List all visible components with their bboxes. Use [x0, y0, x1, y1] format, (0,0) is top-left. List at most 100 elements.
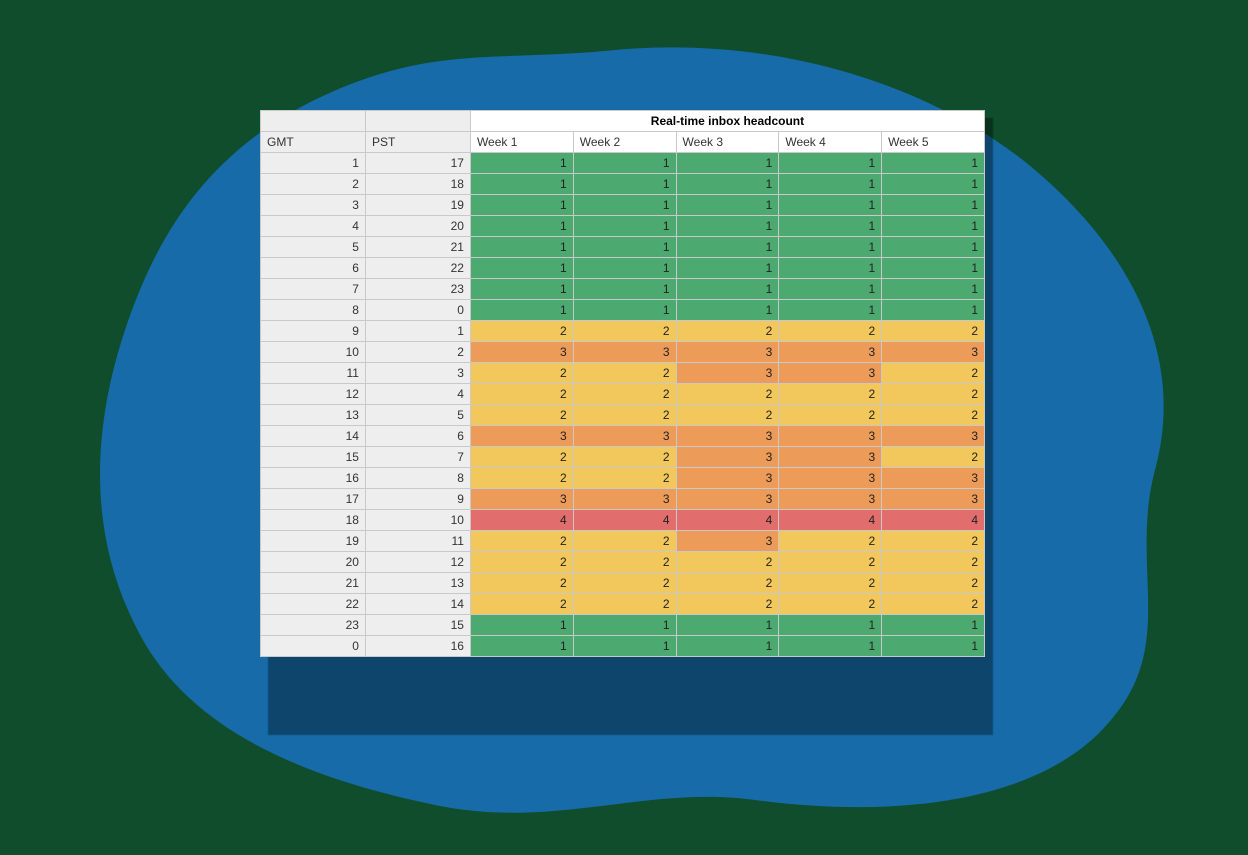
pst-cell[interactable]: 22	[365, 258, 470, 279]
heat-cell[interactable]: 2	[676, 405, 779, 426]
pst-cell[interactable]: 12	[365, 552, 470, 573]
heat-cell[interactable]: 3	[882, 468, 985, 489]
pst-cell[interactable]: 10	[365, 510, 470, 531]
heat-cell[interactable]: 1	[676, 195, 779, 216]
gmt-cell[interactable]: 11	[261, 363, 366, 384]
gmt-cell[interactable]: 9	[261, 321, 366, 342]
gmt-cell[interactable]: 12	[261, 384, 366, 405]
pst-cell[interactable]: 8	[365, 468, 470, 489]
heat-cell[interactable]: 1	[779, 279, 882, 300]
heat-cell[interactable]: 3	[573, 342, 676, 363]
heat-cell[interactable]: 1	[779, 615, 882, 636]
heat-cell[interactable]: 2	[882, 363, 985, 384]
heat-cell[interactable]: 1	[779, 258, 882, 279]
heat-cell[interactable]: 2	[573, 594, 676, 615]
heat-cell[interactable]: 1	[676, 615, 779, 636]
heat-cell[interactable]: 2	[779, 321, 882, 342]
heat-cell[interactable]: 2	[779, 384, 882, 405]
heat-cell[interactable]: 1	[882, 195, 985, 216]
gmt-cell[interactable]: 15	[261, 447, 366, 468]
heat-cell[interactable]: 3	[882, 426, 985, 447]
heat-cell[interactable]: 1	[676, 258, 779, 279]
pst-cell[interactable]: 17	[365, 153, 470, 174]
heat-cell[interactable]: 2	[573, 468, 676, 489]
heat-cell[interactable]: 1	[573, 615, 676, 636]
heat-cell[interactable]: 1	[676, 216, 779, 237]
heat-cell[interactable]: 3	[676, 342, 779, 363]
heat-cell[interactable]: 3	[676, 531, 779, 552]
heat-cell[interactable]: 1	[882, 216, 985, 237]
heat-cell[interactable]: 2	[470, 384, 573, 405]
heat-cell[interactable]: 3	[573, 426, 676, 447]
heat-cell[interactable]: 2	[779, 552, 882, 573]
heat-cell[interactable]: 2	[470, 405, 573, 426]
heat-cell[interactable]: 1	[573, 153, 676, 174]
heat-cell[interactable]: 1	[882, 636, 985, 657]
heat-cell[interactable]: 1	[573, 195, 676, 216]
gmt-cell[interactable]: 21	[261, 573, 366, 594]
pst-cell[interactable]: 7	[365, 447, 470, 468]
heat-cell[interactable]: 3	[882, 342, 985, 363]
heat-cell[interactable]: 1	[470, 258, 573, 279]
gmt-cell[interactable]: 4	[261, 216, 366, 237]
heat-cell[interactable]: 1	[882, 153, 985, 174]
pst-cell[interactable]: 19	[365, 195, 470, 216]
heat-cell[interactable]: 3	[470, 489, 573, 510]
heat-cell[interactable]: 2	[573, 573, 676, 594]
heat-cell[interactable]: 1	[779, 636, 882, 657]
heat-cell[interactable]: 2	[779, 594, 882, 615]
heat-cell[interactable]: 2	[779, 405, 882, 426]
heat-cell[interactable]: 1	[573, 174, 676, 195]
heat-cell[interactable]: 3	[573, 489, 676, 510]
pst-cell[interactable]: 21	[365, 237, 470, 258]
gmt-cell[interactable]: 18	[261, 510, 366, 531]
heat-cell[interactable]: 1	[882, 174, 985, 195]
heat-cell[interactable]: 1	[779, 237, 882, 258]
pst-cell[interactable]: 2	[365, 342, 470, 363]
heat-cell[interactable]: 2	[470, 321, 573, 342]
pst-cell[interactable]: 3	[365, 363, 470, 384]
heat-cell[interactable]: 2	[470, 531, 573, 552]
heat-cell[interactable]: 2	[573, 552, 676, 573]
heat-cell[interactable]: 1	[779, 300, 882, 321]
heat-cell[interactable]: 1	[779, 174, 882, 195]
heat-cell[interactable]: 2	[470, 552, 573, 573]
heat-cell[interactable]: 4	[573, 510, 676, 531]
heat-cell[interactable]: 2	[676, 321, 779, 342]
pst-cell[interactable]: 23	[365, 279, 470, 300]
heat-cell[interactable]: 2	[676, 384, 779, 405]
heat-cell[interactable]: 2	[882, 531, 985, 552]
heat-cell[interactable]: 2	[676, 594, 779, 615]
heat-cell[interactable]: 1	[779, 216, 882, 237]
heat-cell[interactable]: 1	[882, 279, 985, 300]
gmt-cell[interactable]: 2	[261, 174, 366, 195]
heat-cell[interactable]: 2	[882, 552, 985, 573]
heat-cell[interactable]: 1	[676, 153, 779, 174]
pst-cell[interactable]: 5	[365, 405, 470, 426]
pst-cell[interactable]: 20	[365, 216, 470, 237]
heat-cell[interactable]: 3	[676, 426, 779, 447]
heat-cell[interactable]: 2	[882, 447, 985, 468]
heat-cell[interactable]: 1	[882, 300, 985, 321]
gmt-cell[interactable]: 1	[261, 153, 366, 174]
heat-cell[interactable]: 1	[882, 615, 985, 636]
heat-cell[interactable]: 3	[676, 363, 779, 384]
heat-cell[interactable]: 1	[882, 258, 985, 279]
pst-cell[interactable]: 15	[365, 615, 470, 636]
heat-cell[interactable]: 3	[676, 447, 779, 468]
gmt-cell[interactable]: 3	[261, 195, 366, 216]
gmt-cell[interactable]: 7	[261, 279, 366, 300]
heat-cell[interactable]: 2	[882, 321, 985, 342]
heat-cell[interactable]: 1	[470, 195, 573, 216]
heat-cell[interactable]: 2	[676, 573, 779, 594]
pst-cell[interactable]: 6	[365, 426, 470, 447]
heat-cell[interactable]: 1	[470, 300, 573, 321]
pst-cell[interactable]: 0	[365, 300, 470, 321]
heat-cell[interactable]: 1	[676, 300, 779, 321]
gmt-cell[interactable]: 22	[261, 594, 366, 615]
heat-cell[interactable]: 3	[470, 426, 573, 447]
heat-cell[interactable]: 1	[470, 237, 573, 258]
gmt-cell[interactable]: 19	[261, 531, 366, 552]
heat-cell[interactable]: 2	[573, 405, 676, 426]
gmt-cell[interactable]: 8	[261, 300, 366, 321]
